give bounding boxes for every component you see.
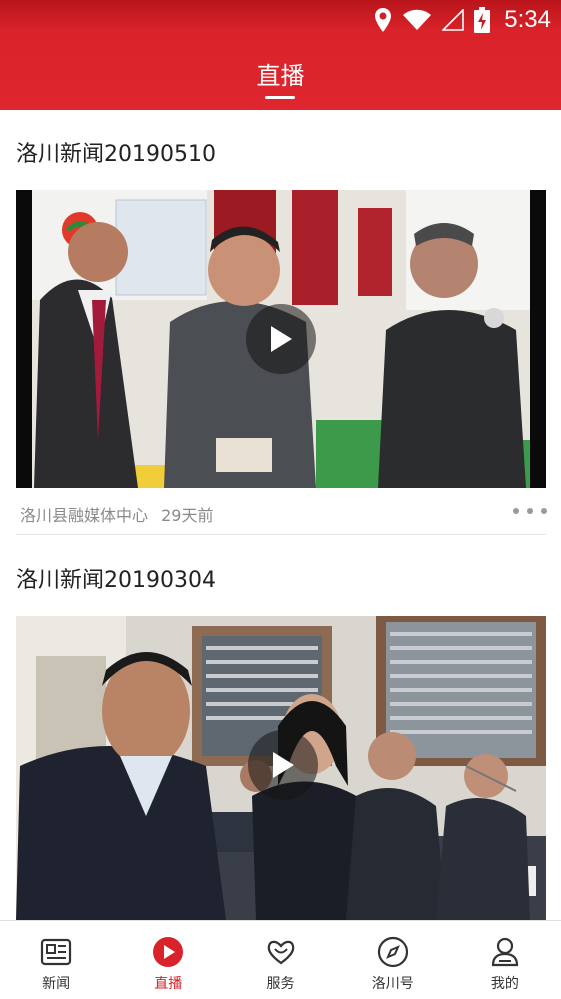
news-icon	[40, 938, 72, 966]
title-underline	[265, 96, 295, 99]
play-icon	[271, 326, 292, 352]
tab-label: 我的	[490, 976, 519, 992]
tab-live[interactable]: 直播	[112, 921, 224, 999]
video-title[interactable]: 洛川新闻20190510	[16, 136, 216, 168]
app-header: 5:34 直播	[0, 0, 561, 110]
location-icon	[375, 8, 392, 32]
divider	[16, 534, 546, 535]
bottom-tab-bar: 新闻 直播 服务 洛川号 我的	[0, 920, 561, 999]
video-thumbnail[interactable]	[16, 190, 546, 488]
play-button[interactable]	[248, 730, 318, 800]
tab-service[interactable]: 服务	[224, 921, 336, 999]
tab-label: 服务	[266, 976, 295, 992]
video-source: 洛川县融媒体中心	[20, 506, 149, 525]
tab-label: 新闻	[42, 976, 71, 992]
play-icon	[273, 752, 294, 778]
more-dot	[527, 508, 533, 514]
more-options-button[interactable]	[513, 507, 547, 515]
more-dot	[541, 508, 547, 514]
video-title[interactable]: 洛川新闻20190304	[16, 562, 216, 594]
cell-signal-icon	[442, 9, 465, 31]
tab-label: 洛川号	[371, 976, 414, 992]
tab-luochuan-account[interactable]: 洛川号	[337, 921, 449, 999]
wifi-icon	[403, 9, 432, 30]
video-age: 29天前	[161, 506, 214, 525]
live-feed[interactable]: 洛川新闻20190510 洛川县融媒体中心 29天前 洛川新闻20190304	[0, 110, 561, 920]
more-dot	[513, 508, 519, 514]
tab-label: 直播	[154, 976, 183, 992]
status-time: 5:34	[504, 6, 551, 33]
page-title: 直播	[256, 62, 305, 90]
play-button[interactable]	[246, 304, 316, 374]
live-play-icon	[153, 937, 184, 967]
service-heart-icon	[267, 940, 294, 965]
tab-profile[interactable]: 我的	[449, 921, 561, 999]
compass-icon	[377, 936, 408, 968]
video-meta: 洛川县融媒体中心 29天前	[20, 502, 213, 526]
status-bar: 5:34	[374, 4, 551, 36]
video-thumbnail[interactable]	[16, 616, 546, 920]
battery-charging-icon	[474, 7, 491, 33]
tab-news[interactable]: 新闻	[0, 921, 112, 999]
profile-icon	[491, 937, 519, 967]
